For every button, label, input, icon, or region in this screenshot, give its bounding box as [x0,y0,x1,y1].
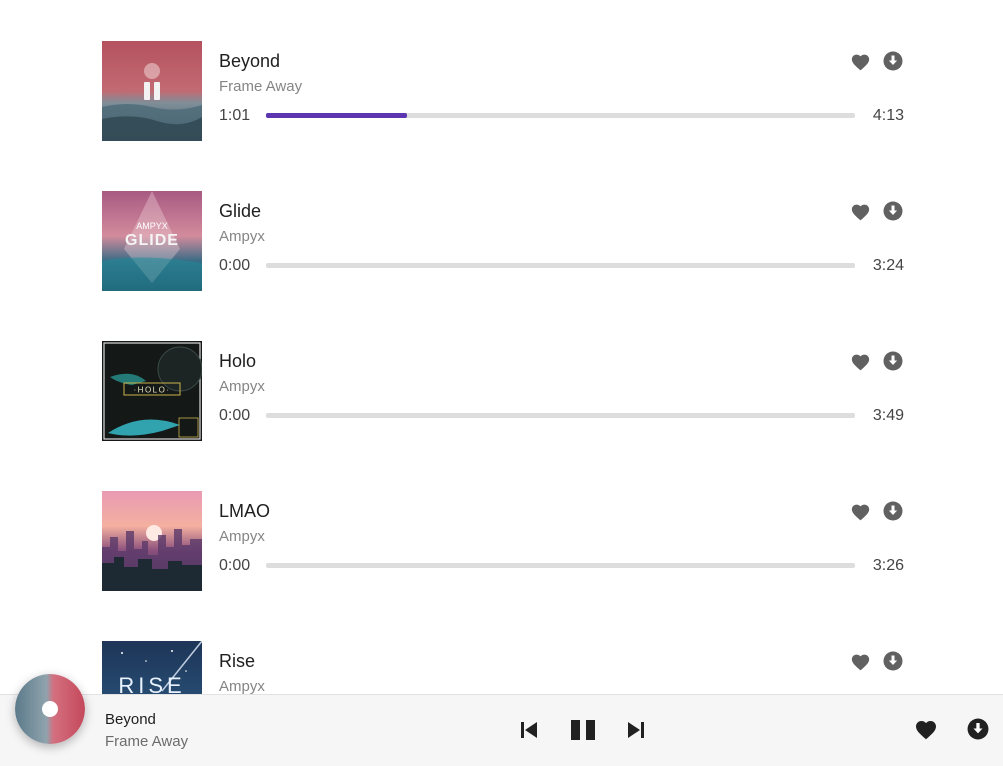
track-item[interactable]: LMAO Ampyx 0:00 3:26 [102,491,904,591]
progress-bar[interactable] [266,563,855,568]
cover-text: RISE [118,673,185,694]
download-icon[interactable] [883,51,903,71]
duration: 3:26 [872,557,904,574]
heart-icon[interactable] [850,52,871,71]
now-playing-title: Beyond [105,711,156,728]
album-cover-lmao[interactable] [102,491,202,591]
album-cover-rise[interactable]: RISE [102,641,202,694]
cover-text: AMPYX [136,221,168,231]
track-item[interactable]: AMPYX GLIDE Glide Ampyx 0:00 3:24 [102,191,904,291]
download-icon[interactable] [883,351,903,371]
heart-icon[interactable] [850,202,871,221]
now-playing-disc[interactable] [15,674,85,744]
track-artist: Ampyx [219,228,265,245]
cover-text: GLIDE [125,232,179,249]
now-playing-artist: Frame Away [105,733,189,750]
download-icon[interactable] [883,201,903,221]
download-icon[interactable] [883,651,903,671]
skip-previous-icon[interactable] [520,721,538,739]
current-time: 0:00 [219,407,251,424]
track-title: Glide [219,201,262,221]
duration: 4:13 [872,107,904,124]
track-artist: Ampyx [219,378,265,395]
progress-bar[interactable] [266,113,855,118]
progress-bar[interactable] [266,413,855,418]
track-artist: Frame Away [219,78,303,95]
track-list: Beyond Frame Away 1:01 4:13 AMPYX GLIDE … [0,0,1003,694]
duration: 3:49 [872,407,904,424]
track-artist: Ampyx [219,528,265,545]
pause-icon[interactable] [570,719,596,741]
skip-next-icon[interactable] [627,721,645,739]
duration: 3:24 [872,257,904,274]
track-item[interactable]: ·HOLO· Holo Ampyx 0:00 3:49 [102,341,904,441]
progress-bar[interactable] [266,263,855,268]
track-artist: Ampyx [219,678,265,694]
heart-icon[interactable] [850,352,871,371]
current-time: 1:01 [219,107,251,124]
download-icon[interactable] [967,718,989,740]
cover-text: ·HOLO· [134,386,171,395]
album-cover-holo[interactable]: ·HOLO· [102,341,202,441]
progress-fill [266,113,408,118]
heart-icon[interactable] [914,718,938,740]
track-title: Beyond [219,51,281,71]
current-time: 0:00 [219,557,251,574]
track-title: Holo [219,351,257,371]
pause-overlay-icon[interactable] [143,82,161,100]
track-title: LMAO [219,501,271,521]
current-time: 0:00 [219,257,251,274]
album-cover-beyond[interactable] [102,41,202,141]
player-bar: Beyond Frame Away [0,674,1003,766]
download-icon[interactable] [883,501,903,521]
heart-icon[interactable] [850,502,871,521]
heart-icon[interactable] [850,652,871,671]
album-cover-glide[interactable]: AMPYX GLIDE [102,191,202,291]
track-item[interactable]: Beyond Frame Away 1:01 4:13 [102,41,904,141]
track-item[interactable]: RISE Rise Ampyx [102,641,904,694]
track-title: Rise [219,651,256,671]
